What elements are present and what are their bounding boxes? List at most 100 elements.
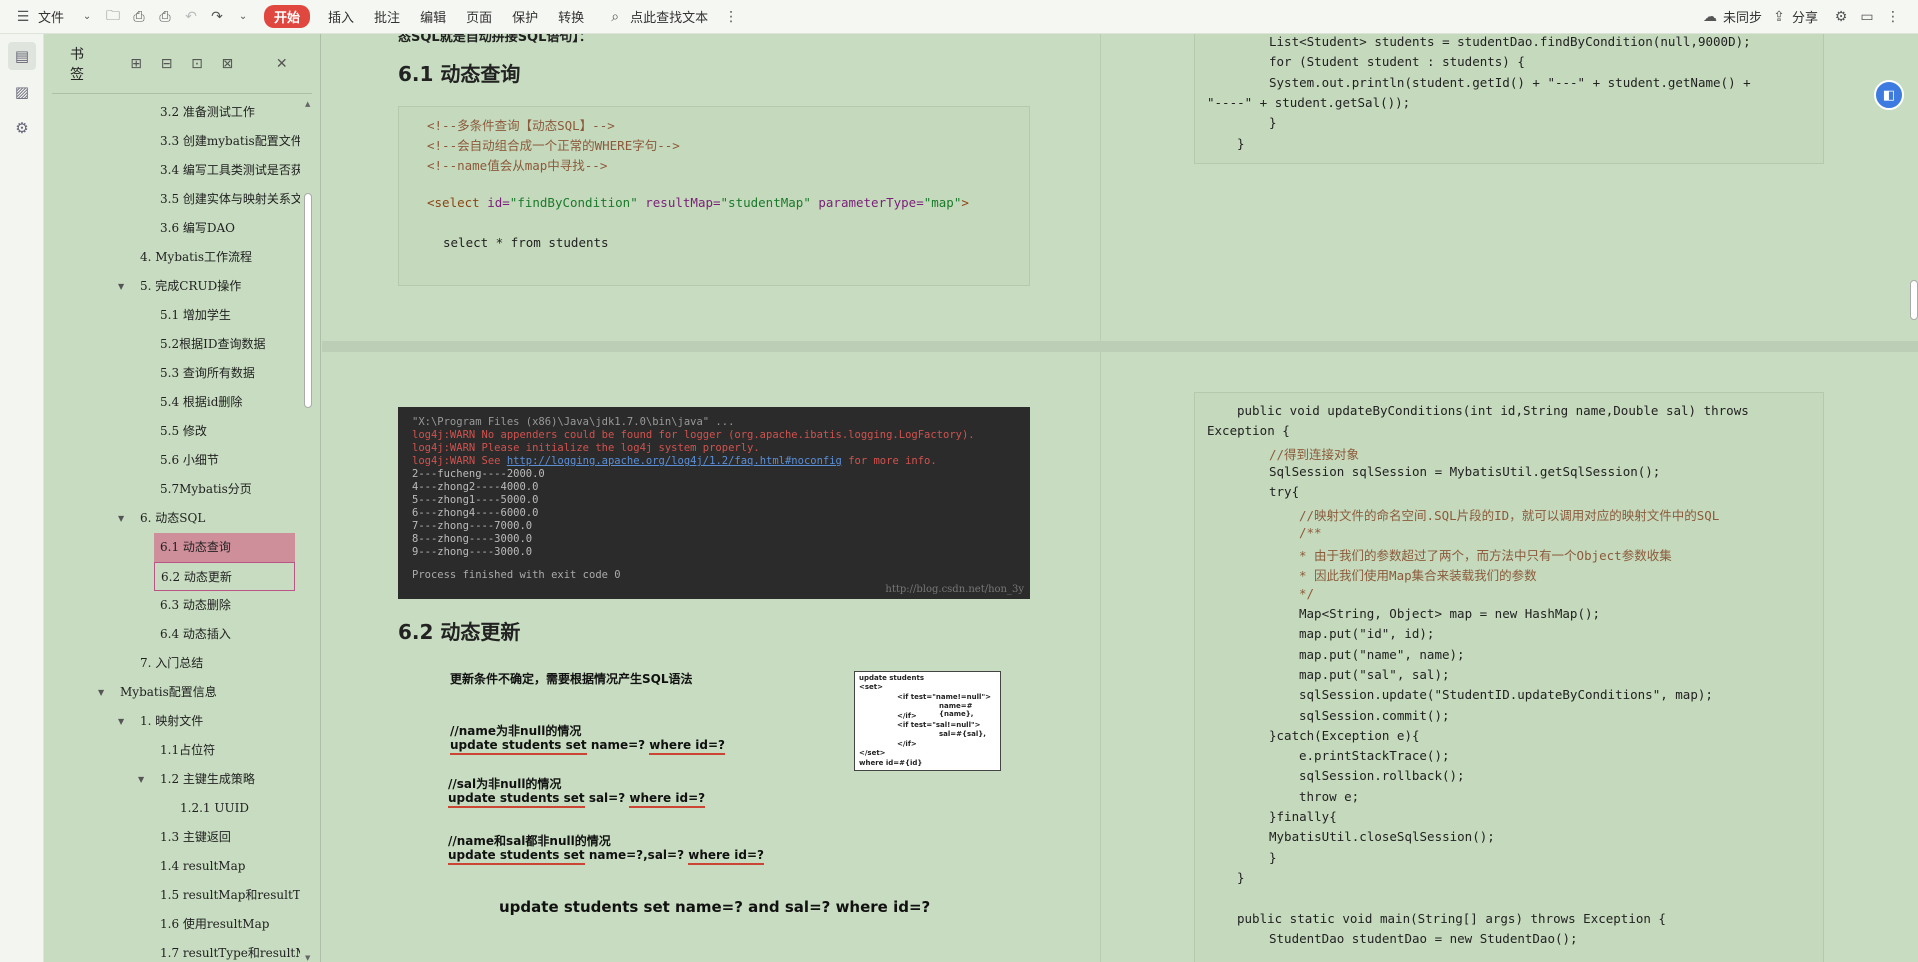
- bookmark-item[interactable]: 1.7 resultType和resultMap用…: [44, 939, 300, 962]
- bookmark-item[interactable]: 5.3 查询所有数据: [44, 359, 300, 388]
- bookmark-item[interactable]: 4. Mybatis工作流程: [44, 243, 300, 272]
- scroll-down-icon[interactable]: ▼: [305, 954, 310, 962]
- tab-insert[interactable]: 插入: [328, 7, 354, 26]
- open-folder-icon[interactable]: 🗀: [102, 6, 124, 28]
- expand-toggle-icon[interactable]: ▼: [118, 504, 124, 533]
- scroll-up-icon[interactable]: ▲: [305, 100, 310, 108]
- search-icon[interactable]: ⌕: [604, 6, 626, 28]
- bookmark-item[interactable]: ▼ Mybatis配置信息: [44, 678, 300, 707]
- bookmark-item[interactable]: 3.4 编写工具类测试是否获取到…: [44, 156, 300, 185]
- more-dropdown-icon[interactable]: ⌄: [232, 6, 254, 28]
- bookmark-item[interactable]: 1.2.1 UUID: [44, 794, 300, 823]
- hamburger-menu-icon[interactable]: ☰: [12, 6, 34, 28]
- bookmark-item[interactable]: ▼ 5. 完成CRUD操作: [44, 272, 300, 301]
- close-icon[interactable]: ✕: [272, 53, 292, 75]
- sql-set-line: where id=#{id}: [859, 758, 923, 767]
- bookmark-item[interactable]: 7. 入门总结: [44, 649, 300, 678]
- bookmark-label: 1.5 resultMap和resultType区别: [160, 888, 300, 902]
- expand-toggle-icon[interactable]: ▼: [138, 765, 144, 794]
- sync-status[interactable]: 未同步: [1723, 7, 1762, 26]
- bookmark-label: 5.5 修改: [160, 424, 207, 438]
- more-icon[interactable]: ⋮: [1882, 6, 1904, 28]
- tools-icon[interactable]: ⚙: [8, 114, 36, 142]
- expand-all-icon[interactable]: ⊟: [156, 53, 176, 75]
- tab-start[interactable]: 开始: [264, 5, 311, 28]
- bookmark-item[interactable]: ▼ 6. 动态SQL: [44, 504, 300, 533]
- sql-set-line: <if test="name!=null">: [897, 692, 991, 701]
- bookmark-item[interactable]: 5.5 修改: [44, 417, 300, 446]
- terminal-line: 7---zhong----7000.0: [412, 520, 533, 532]
- tab-convert[interactable]: 转换: [558, 7, 584, 26]
- tab-comment[interactable]: 批注: [374, 7, 400, 26]
- bookmark-item[interactable]: ▼ 1.2 主键生成策略: [44, 765, 300, 794]
- bookmark-item[interactable]: 1.1占位符: [44, 736, 300, 765]
- bookmark-panel-icon[interactable]: ▤: [8, 42, 36, 70]
- tab-edit[interactable]: 编辑: [420, 7, 446, 26]
- bookmark-panel: 书签 ⊞ ⊟ ⊡ ⊠ ✕ 3.2 准备测试工作 3.3 创建mybatis配置文件…: [44, 34, 321, 962]
- document-scrollbar-thumb[interactable]: [1910, 280, 1918, 320]
- terminal-line: 8---zhong----3000.0: [412, 533, 533, 545]
- bookmark-icon[interactable]: ⊡: [187, 53, 207, 75]
- bookmark-label: 3.5 创建实体与映射关系文件: [160, 192, 300, 206]
- bookmark-item[interactable]: 5.4 根据id删除: [44, 388, 300, 417]
- undo-icon[interactable]: ↶: [180, 6, 202, 28]
- more-icon[interactable]: ⋮: [720, 6, 742, 28]
- bookmark-item[interactable]: 6.2 动态更新: [154, 562, 295, 591]
- sketch-text: name=?,sal=?: [584, 848, 689, 862]
- bookmark-label: 3.6 编写DAO: [160, 221, 236, 235]
- bookmark-item[interactable]: 5.7Mybatis分页: [44, 475, 300, 504]
- bookmark-item[interactable]: 5.2根据ID查询数据: [44, 330, 300, 359]
- comment-icon[interactable]: ▭: [1856, 6, 1878, 28]
- bookmark-label: 3.3 创建mybatis配置文件: [160, 134, 300, 148]
- bookmark-list-icon[interactable]: ⊠: [217, 53, 237, 75]
- image-icon[interactable]: ▨: [8, 78, 36, 106]
- sql-set-line: </set>: [859, 749, 886, 758]
- share-button[interactable]: 分享: [1792, 7, 1818, 26]
- bookmark-item[interactable]: 5.1 增加学生: [44, 301, 300, 330]
- bookmark-item[interactable]: ▼ 1. 映射文件: [44, 707, 300, 736]
- sketch-underline: update students set: [448, 848, 585, 865]
- bookmark-item[interactable]: 3.2 准备测试工作: [44, 98, 300, 127]
- bookmark-item[interactable]: 1.6 使用resultMap: [44, 910, 300, 939]
- terminal-line: log4j:WARN See http://logging.apache.org…: [412, 455, 937, 467]
- print-icon[interactable]: ⎙: [154, 6, 176, 28]
- bookmark-item[interactable]: 6.3 动态删除: [44, 591, 300, 620]
- expand-toggle-icon[interactable]: ▼: [118, 272, 124, 301]
- sketch-text: //name和sal都非null的情况: [448, 834, 611, 848]
- expand-toggle-icon[interactable]: ▼: [118, 707, 124, 736]
- bookmark-item[interactable]: 1.5 resultMap和resultType区别: [44, 881, 300, 910]
- bookmark-item[interactable]: 5.6 小细节: [44, 446, 300, 475]
- bookmark-item[interactable]: 3.5 创建实体与映射关系文件: [44, 185, 300, 214]
- sql-set-line: name=#{name},: [939, 702, 974, 719]
- redo-icon[interactable]: ↷: [206, 6, 228, 28]
- sketch-underline: where id=?: [649, 738, 726, 755]
- bookmark-item[interactable]: 6.4 动态插入: [44, 620, 300, 649]
- terminal-line: 9---zhong----3000.0: [412, 546, 533, 558]
- file-menu[interactable]: 文件: [38, 7, 64, 26]
- tab-page[interactable]: 页面: [466, 7, 492, 26]
- assistant-icon[interactable]: ◧: [1874, 80, 1904, 110]
- search-text[interactable]: 点此查找文本: [630, 7, 708, 26]
- terminal-line: "X:\Program Files (x86)\Java\jdk1.7.0\bi…: [412, 416, 735, 428]
- terminal-link[interactable]: http://logging.apache.org/log4j/1.2/faq.…: [507, 455, 842, 467]
- cloud-icon[interactable]: ☁: [1699, 6, 1721, 28]
- code-value: "findByCondition": [509, 195, 638, 210]
- bookmark-item[interactable]: 1.3 主键返回: [44, 823, 300, 852]
- bookmark-item[interactable]: 3.6 编写DAO: [44, 214, 300, 243]
- bookmark-item[interactable]: 6.1 动态查询: [154, 533, 295, 562]
- panel-scrollbar[interactable]: ▲ ▼: [302, 98, 314, 962]
- chevron-down-icon[interactable]: ⌄: [76, 6, 98, 28]
- share-icon[interactable]: ⇪: [1768, 6, 1790, 28]
- bookmark-item[interactable]: 3.3 创建mybatis配置文件: [44, 127, 300, 156]
- page-lower: "X:\Program Files (x86)\Java\jdk1.7.0\bi…: [322, 352, 1918, 962]
- code-line: Exception {: [1207, 423, 1290, 439]
- expand-toggle-icon[interactable]: ▼: [98, 678, 104, 707]
- code-comment: <!--name值会从map中寻找-->: [427, 158, 608, 173]
- save-icon[interactable]: ⎙: [128, 6, 150, 28]
- tab-protect[interactable]: 保护: [512, 7, 538, 26]
- add-bookmark-icon[interactable]: ⊞: [126, 53, 146, 75]
- sql-set-image: update students <set> <if test="name!=null…: [854, 671, 1001, 771]
- settings-icon[interactable]: ⚙: [1830, 6, 1852, 28]
- bookmark-item[interactable]: 1.4 resultMap: [44, 852, 300, 881]
- scrollbar-thumb[interactable]: [304, 193, 312, 408]
